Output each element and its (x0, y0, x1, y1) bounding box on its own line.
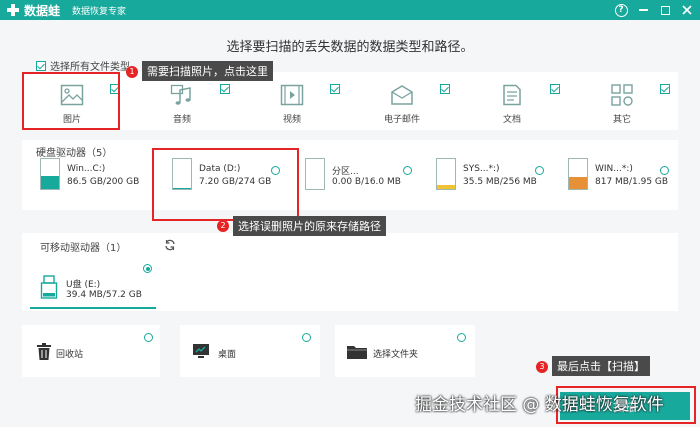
folder-icon (347, 346, 367, 359)
music-icon (170, 84, 191, 105)
checkbox-icon[interactable] (440, 84, 450, 94)
section-label: 硬盘驱动器（5） (36, 148, 113, 159)
checkbox-icon (36, 60, 46, 71)
drive-sys[interactable]: SYS...*:) 35.5 MB/256 MB (436, 158, 561, 202)
close-icon (682, 5, 692, 15)
disk-icon (40, 158, 60, 190)
drive-size: 817 MB/1.95 GB (595, 177, 669, 187)
drive-name: Win...C:) (67, 164, 106, 174)
app-name: 数据蛙 (24, 3, 61, 18)
other-icon (611, 84, 633, 106)
close-button[interactable] (680, 3, 694, 17)
checkbox-icon[interactable] (330, 84, 340, 94)
drive-radio[interactable] (535, 166, 544, 175)
drive-radio[interactable] (403, 166, 412, 175)
checkbox-icon[interactable] (550, 84, 560, 94)
drive-name: SYS...*:) (463, 164, 500, 174)
drive-c[interactable]: Win...C:) 86.5 GB/200 GB (40, 158, 165, 202)
disk-icon (305, 158, 325, 190)
disk-icon (436, 158, 456, 190)
annotation-callout: 最后点击【扫描】 (552, 356, 650, 376)
drive-name: U盘 (E:) (66, 280, 101, 290)
page-title: 选择要扫描的丢失数据的数据类型和路径。 (226, 40, 474, 55)
annotation-badge: 2 (217, 220, 229, 232)
removable-drive-section: 可移动驱动器（1） U盘 (E:) 39.4 MB/57.2 GB (22, 233, 678, 311)
app-subtitle: 数据恢复专家 (72, 6, 127, 17)
location-label: 选择文件夹 (373, 350, 419, 360)
drive-win[interactable]: WIN...*:) 817 MB/1.95 GB (568, 158, 673, 202)
select-all-label: 选择所有文件类型 (50, 62, 130, 73)
annotation-badge: 1 (126, 66, 138, 78)
minimize-button[interactable] (636, 3, 650, 17)
location-label: 回收站 (56, 350, 84, 360)
location-radio[interactable] (302, 333, 311, 342)
checkbox-icon[interactable] (660, 84, 670, 94)
file-type-label: 视频 (282, 115, 301, 125)
app-logo: 数据蛙 (6, 2, 60, 19)
document-icon (503, 84, 521, 106)
email-icon (391, 85, 413, 105)
file-type-label: 音频 (172, 115, 191, 125)
annotation-callout: 选择误删照片的原来存储路径 (233, 216, 386, 236)
disk-icon (568, 158, 588, 190)
help-icon: ? (614, 3, 628, 17)
desktop-icon (193, 344, 209, 358)
file-type-label: 其它 (612, 115, 631, 125)
checkbox-icon[interactable] (220, 84, 230, 94)
file-type-email[interactable]: 电子邮件 (354, 72, 454, 130)
location-recycle-bin[interactable]: 回收站 (22, 325, 160, 377)
drive-size: 35.5 MB/256 MB (463, 177, 537, 187)
trash-icon (37, 343, 51, 360)
video-icon (280, 84, 304, 106)
select-all-checkbox[interactable]: 选择所有文件类型 (36, 58, 130, 73)
drive-name: WIN...*:) (595, 164, 633, 174)
usb-drive[interactable]: U盘 (E:) 39.4 MB/57.2 GB (30, 257, 156, 309)
file-type-label: 电子邮件 (383, 115, 420, 125)
section-label: 可移动驱动器（1） (40, 243, 127, 254)
help-button[interactable]: ? (614, 3, 628, 17)
minimize-icon (638, 9, 648, 11)
drive-size: 0.00 B/16.0 MB (332, 177, 401, 187)
drive-name: 分区... (332, 167, 359, 177)
drive-size: 39.4 MB/57.2 GB (66, 290, 142, 300)
file-type-other[interactable]: 其它 (574, 72, 674, 130)
plus-logo-icon (6, 3, 20, 17)
refresh-icon[interactable] (164, 239, 176, 251)
watermark: 掘金技术社区 @ 数据蛙恢复软件 (415, 395, 664, 415)
usb-icon (40, 275, 58, 299)
drive-radio[interactable] (660, 166, 669, 175)
annotation-callout: 需要扫描照片，点击这里 (142, 61, 273, 81)
file-type-document[interactable]: 文档 (464, 72, 564, 130)
file-type-panel: 图片 音频 视频 电子邮件 文档 其它 (22, 72, 678, 130)
file-type-label: 文档 (502, 115, 521, 125)
title-bar: 数据蛙 数据恢复专家 ? (0, 0, 700, 20)
location-label: 桌面 (218, 350, 237, 360)
maximize-button[interactable] (658, 3, 672, 17)
annotation-box-1 (22, 72, 120, 130)
location-desktop[interactable]: 桌面 (180, 325, 320, 377)
location-radio[interactable] (144, 333, 153, 342)
location-radio[interactable] (457, 333, 466, 342)
maximize-icon (660, 5, 670, 15)
drive-partition[interactable]: 分区... 0.00 B/16.0 MB (305, 158, 430, 202)
usb-drive-radio[interactable] (143, 264, 152, 273)
drive-size: 86.5 GB/200 GB (67, 177, 140, 187)
annotation-badge: 3 (536, 361, 548, 373)
location-select-folder[interactable]: 选择文件夹 (335, 325, 475, 377)
window-controls: ? (614, 0, 694, 20)
annotation-box-2 (152, 148, 299, 221)
hard-drive-section: 硬盘驱动器（5） Win...C:) 86.5 GB/200 GB Data (… (22, 140, 678, 210)
